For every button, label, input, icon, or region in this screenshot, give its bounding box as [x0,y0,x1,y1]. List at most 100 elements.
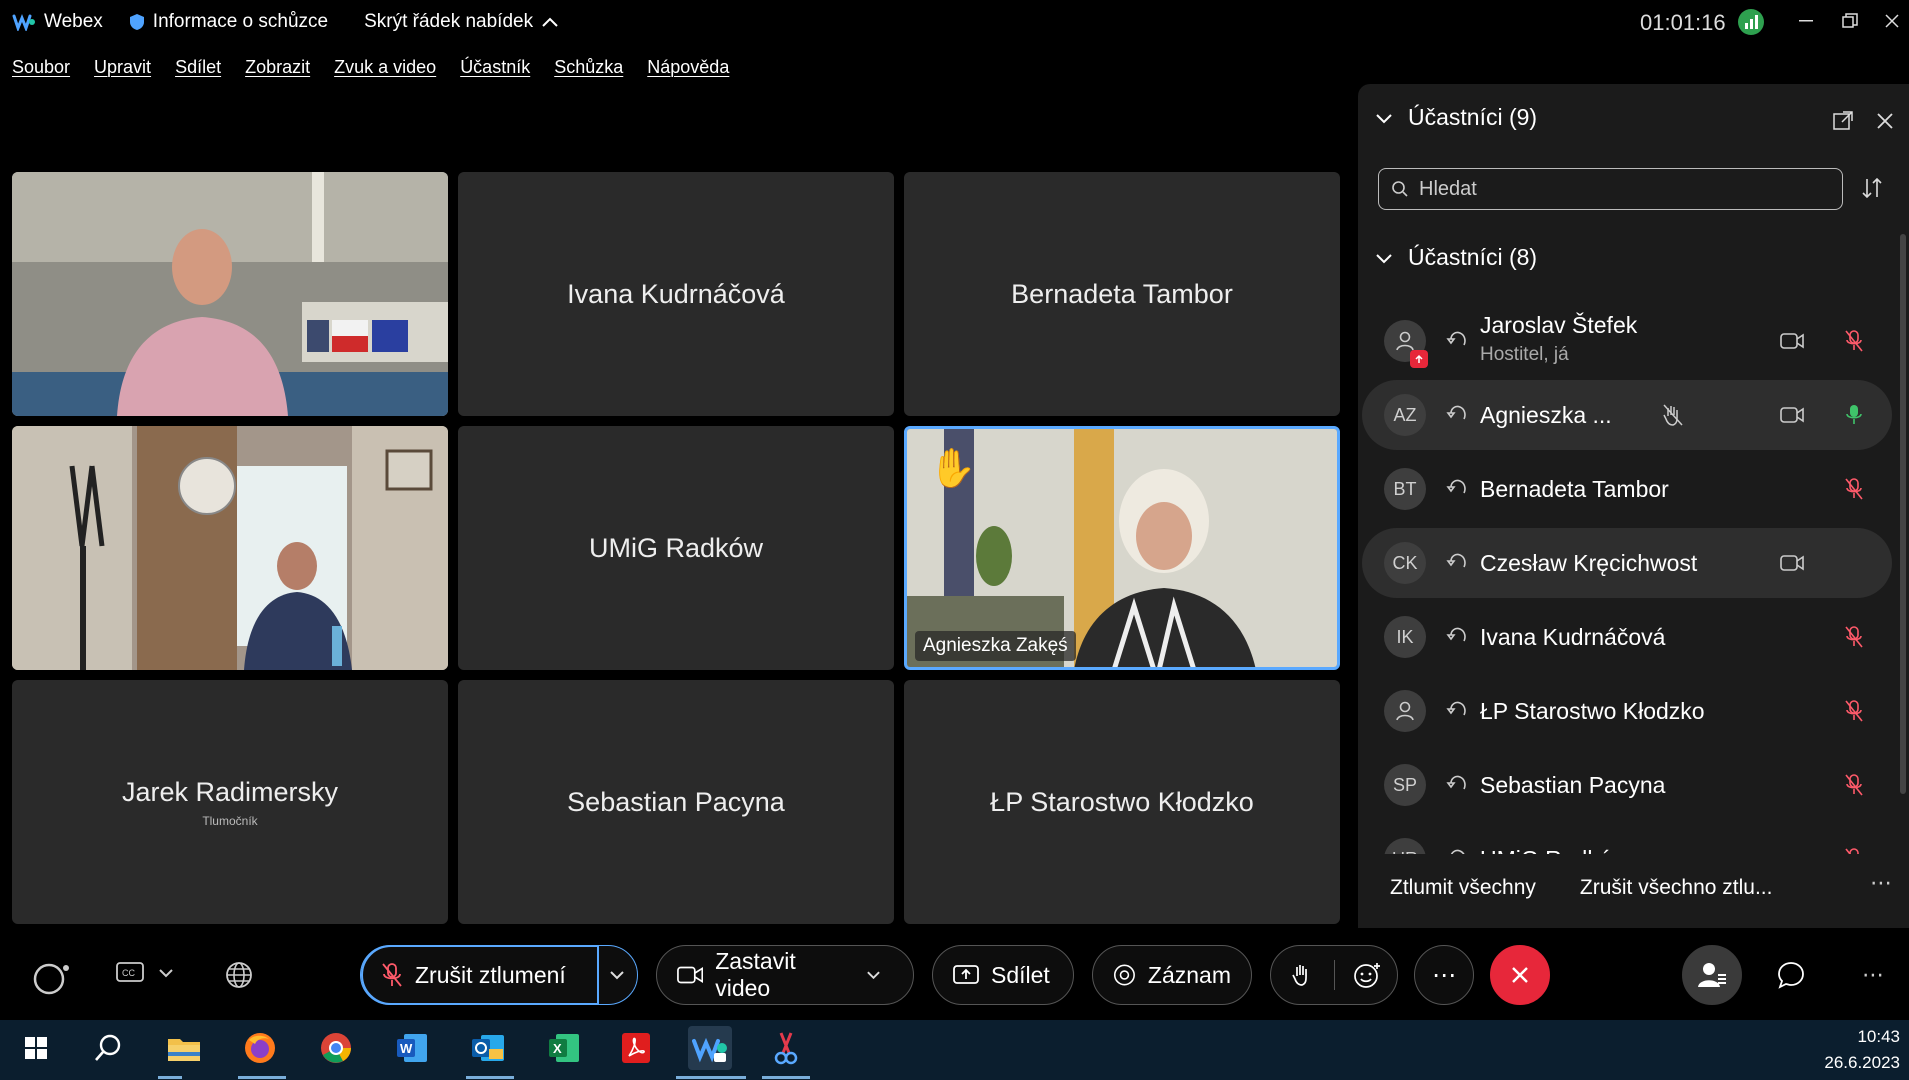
word[interactable]: W [390,1026,434,1070]
more-options-icon[interactable]: ⋯ [1870,870,1892,896]
stop-video-button[interactable]: Zastavit video [656,945,914,1005]
snipping-tool[interactable] [764,1026,808,1070]
webex-app[interactable]: Webex [12,11,103,33]
avatar-initials: AZ [1393,404,1417,425]
muted-mic-icon[interactable] [1844,329,1864,353]
lower-hand-icon[interactable] [1662,403,1684,427]
muted-mic-icon[interactable] [1844,477,1864,501]
muted-mic-icon[interactable] [1844,699,1864,723]
raise-hand-icon[interactable] [1291,962,1313,988]
close-panel-icon[interactable] [1876,112,1894,130]
video-tile-bernadeta[interactable]: Bernadeta Tambor [904,172,1340,416]
menu-edit[interactable]: Upravit [94,57,151,78]
record-icon [1113,964,1135,986]
participant-row[interactable]: AZ Agnieszka ... [1362,380,1892,450]
menu-share[interactable]: Sdílet [175,57,221,78]
video-tile-jarek[interactable]: Jarek Radimersky Tlumočník [12,680,448,924]
chrome[interactable] [314,1026,358,1070]
video-tile-umig[interactable]: UMiG Radków [458,426,894,670]
video-tile-ivana[interactable]: Ivana Kudrnáčová [458,172,894,416]
participant-row[interactable]: IK Ivana Kudrnáčová [1362,602,1892,672]
chevron-down-icon[interactable] [609,970,625,980]
close-window-button[interactable] [1872,6,1909,36]
chat-icon[interactable] [1776,960,1806,990]
video-tile-room[interactable] [12,426,448,670]
panel-scrollbar[interactable] [1900,234,1906,794]
outlook[interactable] [466,1026,510,1070]
tile-name: Sebastian Pacyna [567,786,785,817]
muted-mic-icon[interactable] [1844,625,1864,649]
network-health-icon[interactable] [1738,9,1764,35]
shield-icon [129,14,144,30]
video-tile-agnieszka[interactable]: ✋ Agnieszka Zakęś [904,426,1340,670]
captions-button[interactable]: CC [116,962,174,984]
pop-out-icon[interactable] [1832,110,1854,132]
video-tile-jaroslav[interactable] [12,172,448,416]
avatar-initials: UR [1392,849,1418,855]
search-icon [1392,181,1408,197]
menu-meeting[interactable]: Schůzka [554,57,623,78]
video-tile-sebastian[interactable]: Sebastian Pacyna [458,680,894,924]
acrobat[interactable] [614,1026,658,1070]
menu-file[interactable]: Soubor [12,57,70,78]
start-button[interactable] [14,1026,58,1070]
menu-participant[interactable]: Účastník [460,57,530,78]
mute-all-button[interactable]: Ztlumit všechny [1390,876,1536,900]
globe-icon[interactable] [224,960,254,990]
chevron-down-icon[interactable] [866,970,881,980]
restore-button[interactable] [1830,6,1870,36]
chevron-down-icon [1376,113,1392,123]
menu-help[interactable]: Nápověda [647,57,729,78]
system-clock[interactable]: 10:43 26.6.2023 [1820,1024,1900,1076]
menu-audio-video[interactable]: Zvuk a video [334,57,436,78]
participant-row[interactable]: ŁP Starostwo Kłodzko [1362,676,1892,746]
sort-icon[interactable] [1860,176,1884,200]
firefox[interactable] [238,1026,282,1070]
windows-logo-icon [25,1037,47,1059]
menu-view[interactable]: Zobrazit [245,57,310,78]
avatar: SP [1384,764,1426,806]
avatar-initials: CK [1392,552,1418,573]
search-input[interactable] [1419,177,1819,201]
audio-connection-icon [1446,775,1466,790]
share-button[interactable]: Sdílet [932,945,1074,1005]
meeting-info-button[interactable]: Informace o schůzce [129,11,328,33]
minimize-button[interactable] [1786,6,1826,36]
participant-row[interactable]: BT Bernadeta Tambor [1362,454,1892,524]
svg-text:CC: CC [122,968,135,978]
participant-search[interactable] [1378,168,1843,210]
taskbar-search[interactable] [86,1026,130,1070]
participant-row[interactable]: SP Sebastian Pacyna [1362,750,1892,820]
pdf-icon [622,1033,650,1063]
unmuted-mic-icon[interactable] [1844,403,1864,427]
file-explorer[interactable] [162,1026,206,1070]
reactions-icon[interactable] [1353,961,1381,989]
unmute-all-button[interactable]: Zrušit všechno ztlu... [1580,876,1773,900]
record-button[interactable]: Záznam [1092,945,1252,1005]
participant-row[interactable]: CK Czesław Kręcichwost [1362,528,1892,598]
participant-row[interactable]: Jaroslav Štefek Hostitel, já [1362,306,1892,376]
participant-name: Bernadeta Tambor [1480,475,1669,502]
section-header[interactable]: Účastníci (8) [1374,244,1537,271]
clock-date: 26.6.2023 [1824,1053,1900,1072]
share-label: Sdílet [991,961,1050,988]
participant-name: Sebastian Pacyna [1480,771,1666,798]
muted-mic-icon[interactable] [1844,773,1864,797]
more-panels-icon[interactable]: ⋯ [1862,962,1884,988]
stop-video-label: Zastavit video [715,948,796,1001]
video-tile-lp-starostwo[interactable]: ŁP Starostwo Kłodzko [904,680,1340,924]
webex-taskbar[interactable] [688,1026,732,1070]
hide-menu-button[interactable]: Skrýt řádek nabídek [364,11,567,33]
participants-button[interactable] [1682,945,1742,1005]
leave-meeting-button[interactable] [1490,945,1550,1005]
firefox-icon [245,1033,275,1063]
excel[interactable]: X [542,1026,586,1070]
more-button[interactable]: ⋯ [1414,945,1474,1005]
participant-name: Agnieszka ... [1480,401,1612,428]
unmute-button[interactable]: Zrušit ztlumení [360,945,638,1005]
muted-mic-icon[interactable] [1844,847,1864,854]
background-effects-icon[interactable] [32,962,72,996]
minimize-icon [1799,20,1813,22]
panel-header[interactable]: Účastníci (9) [1374,104,1537,131]
participant-row[interactable]: UR UMiG Radków [1362,824,1892,854]
